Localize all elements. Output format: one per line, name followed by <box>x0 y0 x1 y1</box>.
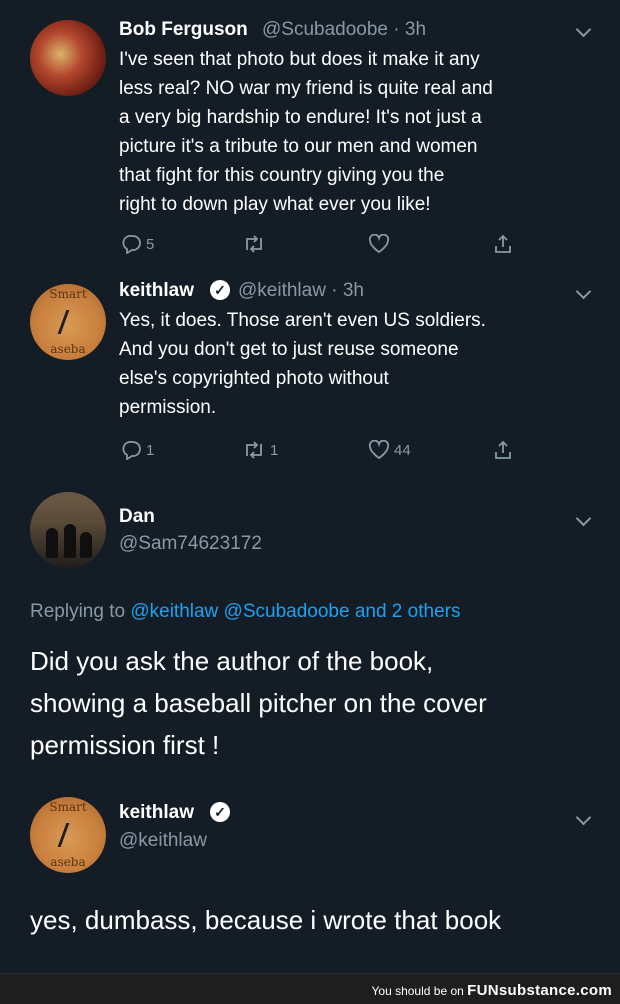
author-name[interactable]: keithlaw <box>119 280 194 302</box>
person-figure <box>64 524 76 558</box>
retweet-button[interactable]: 1 <box>242 440 278 460</box>
chevron-down-icon[interactable] <box>575 510 592 527</box>
tweet-text: Did you ask the author of the book, show… <box>30 640 600 766</box>
retweet-button[interactable] <box>242 234 270 254</box>
tweet-dan[interactable]: Dan @Sam74623172 Replying to @keithlaw @… <box>0 475 620 775</box>
author-handle-time[interactable]: @Scubadoobe · 3h <box>262 19 426 41</box>
like-count: 44 <box>394 441 411 459</box>
share-icon <box>495 440 511 459</box>
watermark-footer: You should be on FUNsubstance.com <box>0 973 620 1004</box>
author-handle[interactable]: @keithlaw <box>119 830 207 852</box>
tweet-line: else's copyrighted photo without <box>119 368 389 389</box>
verified-badge-icon: ✓ <box>210 280 230 300</box>
retweet-icon <box>246 235 262 253</box>
avatar[interactable]: Smart aseba <box>30 284 106 360</box>
tweet-line: permission. <box>119 397 217 418</box>
chevron-down-icon[interactable] <box>575 809 592 826</box>
replying-to: Replying to @keithlaw @Scubadoobe and 2 … <box>30 601 460 623</box>
like-button[interactable] <box>368 234 394 254</box>
tweet-line: And you don't get to just reuse someone <box>119 339 459 360</box>
person-figure <box>46 528 58 558</box>
watermark-prefix: You should be on <box>371 984 464 998</box>
watermark-brand: FUNsubstance.com <box>467 982 612 999</box>
chevron-down-icon[interactable] <box>575 21 592 38</box>
author-name[interactable]: keithlaw <box>119 802 194 824</box>
verified-badge-icon: ✓ <box>210 802 230 822</box>
heart-icon <box>368 234 390 254</box>
reply-button[interactable]: 5 <box>120 234 154 254</box>
tweet-keithlaw-reply[interactable]: Smart aseba keithlaw ✓ @keithlaw yes, du… <box>0 775 620 970</box>
author-name[interactable]: Bob Ferguson <box>119 19 248 41</box>
avatar[interactable] <box>30 492 106 568</box>
tweet-line: Yes, it does. Those aren't even US soldi… <box>119 310 486 331</box>
person-figure <box>80 532 92 558</box>
book-cover-text: Smart <box>49 800 87 814</box>
heart-icon <box>368 440 390 460</box>
reply-icon <box>122 441 141 460</box>
author-name[interactable]: Dan <box>119 506 155 528</box>
tweet-keithlaw[interactable]: Smart aseba keithlaw ✓ @keithlaw · 3h Ye… <box>0 270 620 475</box>
tweet-line: right to down play what ever you like! <box>119 194 431 215</box>
book-cover-text: Smart <box>49 287 87 301</box>
share-icon <box>495 234 511 253</box>
chevron-down-icon[interactable] <box>575 283 592 300</box>
tweet-line: Did you ask the author of the book, <box>30 646 434 676</box>
like-button[interactable]: 44 <box>368 440 411 460</box>
tweet-text: I've seen that photo but does it make it… <box>119 45 599 219</box>
retweet-count: 1 <box>270 441 279 459</box>
author-handle[interactable]: @Sam74623172 <box>119 533 262 555</box>
reply-icon <box>122 235 141 254</box>
tweet-line: that fight for this country giving you t… <box>119 165 445 186</box>
pitcher-figure <box>57 823 80 847</box>
author-handle-time[interactable]: @keithlaw · 3h <box>238 280 364 302</box>
replying-mentions-link[interactable]: @keithlaw @Scubadoobe and 2 others <box>130 601 460 622</box>
pitcher-figure <box>57 310 80 334</box>
tweet-line: I've seen that photo but does it make it… <box>119 49 480 70</box>
book-cover-text: aseba <box>50 855 86 869</box>
reply-count: 5 <box>146 235 155 253</box>
tweet-line: picture it's a tribute to our men and wo… <box>119 136 478 157</box>
tweet-text: Yes, it does. Those aren't even US soldi… <box>119 306 599 422</box>
tweet-line: less real? NO war my friend is quite rea… <box>119 78 493 99</box>
avatar[interactable] <box>30 20 106 96</box>
avatar[interactable]: Smart aseba <box>30 797 106 873</box>
share-button[interactable] <box>492 233 514 255</box>
tweet-line: a very big hardship to endure! It's not … <box>119 107 482 128</box>
tweet-text: yes, dumbass, because i wrote that book <box>30 905 502 935</box>
reply-button[interactable]: 1 <box>120 440 154 460</box>
tweet-line: showing a baseball pitcher on the cover <box>30 688 487 718</box>
book-cover-text: aseba <box>50 342 86 356</box>
tweet-bob-ferguson[interactable]: Bob Ferguson @Scubadoobe · 3h I've seen … <box>0 0 620 270</box>
reply-count: 1 <box>146 441 155 459</box>
share-button[interactable] <box>492 439 514 461</box>
retweet-icon <box>246 441 262 459</box>
watermark-text: You should be on FUNsubstance.com <box>372 982 613 999</box>
tweet-line: permission first ! <box>30 730 220 760</box>
replying-prefix: Replying to <box>30 601 126 622</box>
